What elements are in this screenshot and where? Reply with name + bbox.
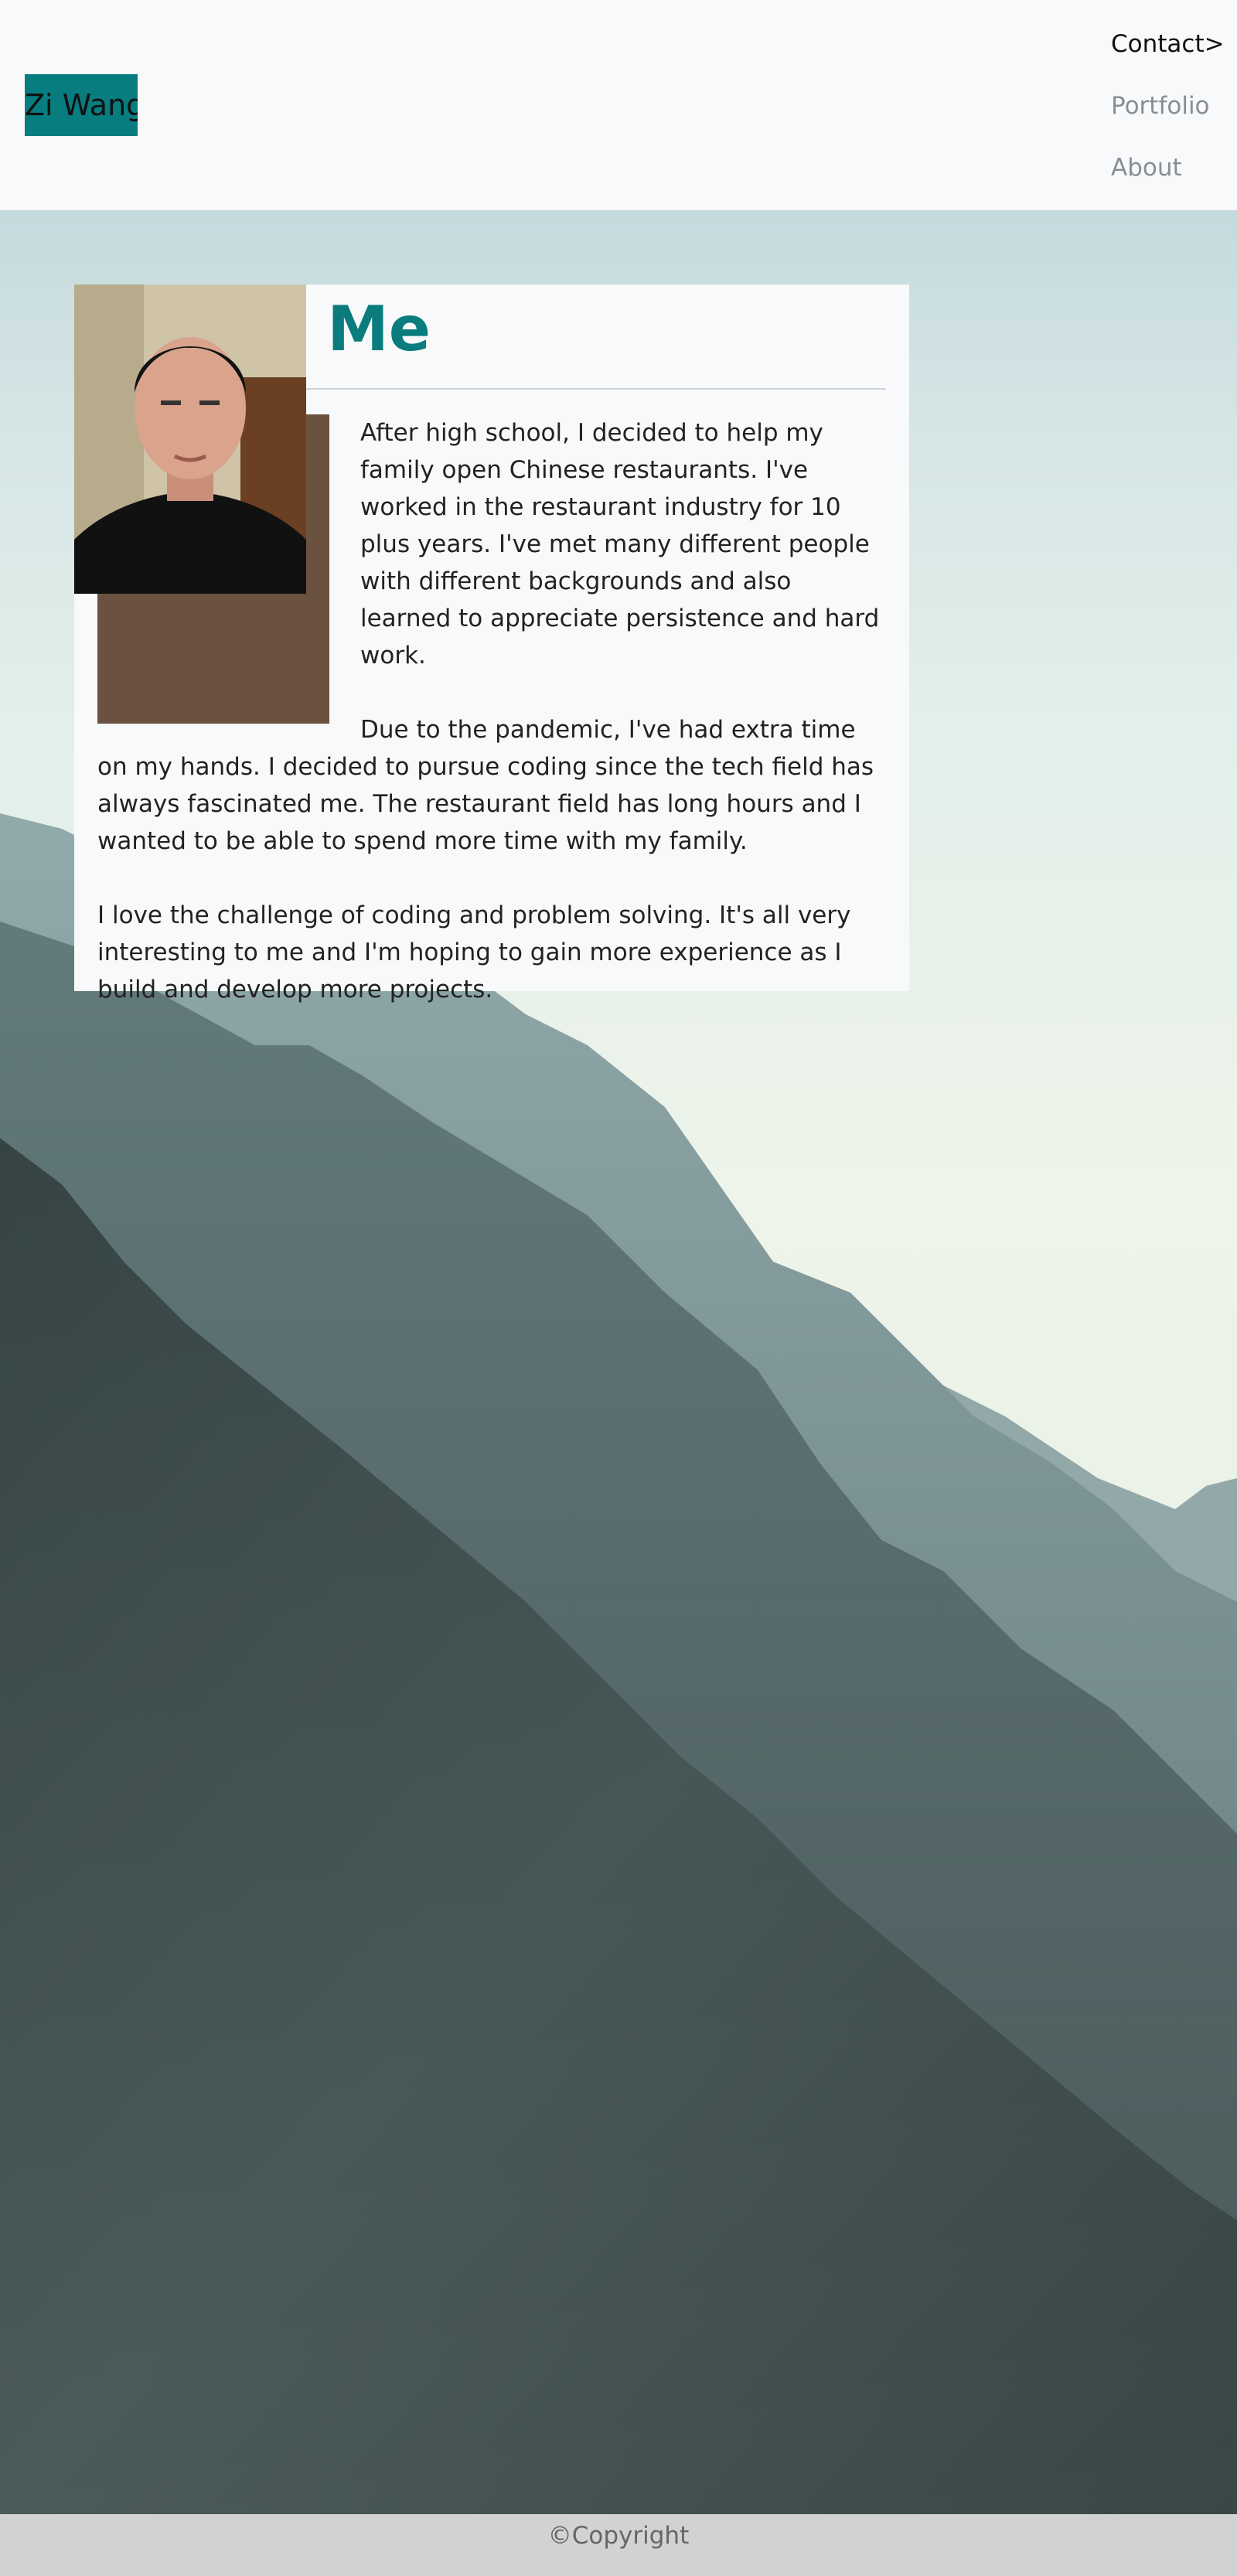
about-body: After high school, I decided to help my … — [74, 285, 886, 1008]
copyright-text: ©Copyright — [547, 2522, 690, 2550]
nav-link-about[interactable]: About — [1111, 142, 1227, 204]
navbar: Zi Wang Contact> Portfolio About — [0, 0, 1237, 210]
footer: ©Copyright — [0, 2514, 1237, 2576]
portrait-illustration — [74, 285, 306, 594]
hero-background: About Me After high school, I decided to… — [0, 210, 1237, 2514]
nav-link-contact[interactable]: Contact> — [1111, 19, 1227, 80]
profile-photo — [74, 285, 329, 724]
about-paragraph-2: Due to the pandemic, I've had extra time… — [97, 716, 874, 855]
about-card: About Me After high school, I decided to… — [74, 285, 909, 1003]
about-paragraph-3: I love the challenge of coding and probl… — [97, 901, 851, 1003]
nav-link-portfolio[interactable]: Portfolio — [1111, 80, 1227, 142]
brand-logo[interactable]: Zi Wang — [25, 74, 138, 136]
nav-links: Contact> Portfolio About — [1111, 19, 1227, 204]
